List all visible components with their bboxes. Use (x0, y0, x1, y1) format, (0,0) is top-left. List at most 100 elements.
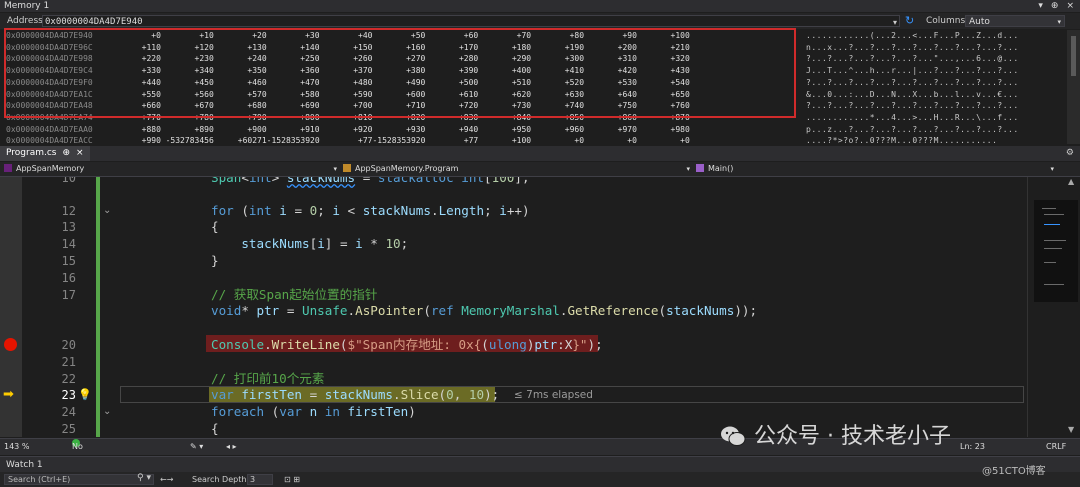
code-token: . (430, 202, 439, 218)
code-line[interactable]: for (int i = 0; i < stackNums.Length; i+… (0, 203, 1040, 220)
code-token: < (241, 177, 249, 185)
memory-ascii: ....?*>?o?..0???M...0???M........... (806, 136, 998, 144)
code-line[interactable]: // 获取Span起始位置的指针 (0, 287, 1040, 304)
scroll-down-icon[interactable]: ▼ (1068, 425, 1074, 434)
code-editor[interactable]: ➡ 💡 1012⌄13141516172021222324⌄2526Span<i… (0, 177, 1080, 437)
brush-icon[interactable]: ✎ ▾ (190, 439, 203, 455)
scroll-up-icon[interactable]: ▲ (1068, 177, 1074, 186)
memory-value[interactable]: +880 (108, 124, 161, 136)
memory-value[interactable]: +0 (637, 135, 690, 144)
memory-value[interactable]: +920 (320, 124, 372, 136)
memory-value[interactable]: +970 (584, 124, 637, 136)
code-token: GetReference (567, 303, 659, 319)
code-line[interactable]: // 打印前10个元素 (0, 371, 1040, 388)
memory-value[interactable]: +77 (425, 135, 478, 144)
code-text[interactable]: Console.WriteLine($"Span内存地址: 0x{(ulong)… (211, 337, 603, 354)
memory-value[interactable]: -1528353920 (372, 135, 425, 144)
chevron-down-icon[interactable]: ▾ (893, 15, 897, 31)
gear-icon[interactable]: ⚙ (1066, 146, 1074, 161)
memory-window-titlebar: Memory 1 ▾ ⊕ × (0, 0, 1080, 12)
code-token: { (211, 420, 219, 436)
memory-value[interactable]: +910 (267, 124, 319, 136)
code-line[interactable]: void* ptr = Unsafe.AsPointer(ref MemoryM… (0, 303, 1040, 320)
code-token: foreach (211, 404, 265, 420)
code-text[interactable]: foreach (var n in firstTen) (211, 404, 416, 421)
code-text[interactable]: { (211, 219, 219, 236)
pin-icon[interactable]: ⊡ ⊞ (284, 472, 300, 487)
memory-value[interactable]: +0 (584, 135, 637, 144)
project-dropdown[interactable]: AppSpanMemory ▾ (4, 163, 339, 175)
code-line[interactable]: } (0, 253, 1040, 270)
memory-value[interactable]: +890 (161, 124, 214, 136)
line-ending[interactable]: CRLF (1046, 439, 1066, 455)
code-line[interactable]: stackNums[i] = i * 10; (0, 236, 1040, 253)
close-icon[interactable]: × (76, 146, 84, 161)
member-dropdown[interactable]: Main() ▾ (696, 163, 1056, 175)
code-text[interactable]: } (211, 253, 219, 270)
memory-value[interactable]: +77 (320, 135, 372, 144)
navigation-bar: AppSpanMemory ▾ AppSpanMemory.Program ▾ Ma… (0, 162, 1080, 177)
memory-value[interactable]: +900 (214, 124, 266, 136)
memory-value[interactable]: +950 (478, 124, 531, 136)
memory-value[interactable]: +960 (531, 124, 584, 136)
memory-value[interactable]: +990 (108, 135, 161, 144)
refresh-icon[interactable]: ↻ (905, 13, 914, 29)
code-token: stackNums (286, 177, 356, 185)
memory-value[interactable]: -532783456 (161, 135, 214, 144)
columns-select[interactable]: Auto ▾ (965, 15, 1065, 27)
tab-program-cs[interactable]: Program.cs ⊕ × (0, 146, 90, 161)
class-dropdown[interactable]: AppSpanMemory.Program ▾ (343, 163, 692, 175)
code-token: int (461, 177, 485, 185)
memory-value[interactable]: +100 (478, 135, 531, 144)
address-label: Address: (7, 16, 46, 26)
code-token: firstTen (347, 404, 409, 420)
columns-label: Columns: (926, 16, 969, 26)
search-depth-select[interactable]: 3 (247, 474, 273, 485)
zoom-level[interactable]: 143 % (4, 439, 29, 455)
memory-ascii: n...x...?...?...?...?...?...?...?...?... (806, 42, 1019, 52)
code-token: :X (557, 336, 573, 352)
code-token: // 打印前10个元素 (211, 370, 325, 386)
code-text[interactable]: // 打印前10个元素 (211, 371, 324, 388)
code-text[interactable]: for (int i = 0; i < stackNums.Length; i+… (211, 203, 530, 220)
search-icon[interactable]: ⚲ ▾ (137, 471, 151, 486)
memory-value[interactable]: +930 (372, 124, 425, 136)
code-text[interactable]: Span<int> stackNums = stackalloc int[100… (211, 177, 530, 187)
address-input[interactable]: 0x0000004DA4D7E940 (42, 15, 900, 27)
close-icon[interactable]: × (1066, 0, 1074, 12)
memory-scrollbar[interactable] (1067, 30, 1080, 144)
code-token: ) (408, 404, 416, 420)
code-line[interactable]: { (0, 219, 1040, 236)
code-line[interactable]: Console.WriteLine($"Span内存地址: 0x{(ulong)… (0, 337, 1040, 354)
code-text[interactable]: // 获取Span起始位置的指针 (211, 287, 377, 304)
code-token: > (271, 177, 287, 185)
dropdown-icon[interactable]: ▾ (1038, 0, 1043, 12)
code-token: ( (233, 202, 249, 218)
memory-address: 0x0000004DA4D7EAA0 (6, 124, 93, 134)
code-token: < (339, 202, 363, 218)
line-indicator[interactable]: Ln: 23 (960, 439, 985, 455)
pin-icon[interactable]: ⊕ (1051, 0, 1059, 12)
scroll-thumb[interactable] (1071, 36, 1076, 76)
memory-value[interactable]: -1528353920 (267, 135, 320, 144)
code-token: = (355, 177, 378, 185)
code-token: i (499, 202, 507, 218)
line-number: 16 (61, 270, 76, 285)
nav-arrows-icon[interactable]: ◂ ▸ (226, 439, 237, 455)
pin-icon[interactable]: ⊕ (62, 146, 70, 161)
code-text[interactable]: var firstTen = stackNums.Slice(0, 10); (211, 387, 499, 404)
arrows-icon[interactable]: ←→ (160, 472, 173, 487)
memory-value[interactable]: +940 (425, 124, 478, 136)
code-text[interactable]: { (211, 421, 219, 437)
minimap[interactable] (1034, 200, 1078, 302)
code-token: for (211, 202, 234, 218)
code-line[interactable]: Span<int> stackNums = stackalloc int[100… (0, 177, 1040, 187)
code-text[interactable]: void* ptr = Unsafe.AsPointer(ref MemoryM… (211, 303, 757, 320)
watch-search-input[interactable]: Search (Ctrl+E) (4, 474, 154, 485)
memory-values: +990 -532783456 +60271 -1528353920 +77 -15283… (108, 135, 796, 144)
code-text[interactable]: stackNums[i] = i * 10; (211, 236, 408, 253)
memory-value[interactable]: +60271 (214, 135, 267, 144)
memory-value[interactable]: +980 (637, 124, 690, 136)
memory-ascii: ?...?...?...?...?...?...?...?...?...?... (806, 77, 1019, 87)
memory-value[interactable]: +0 (531, 135, 584, 144)
